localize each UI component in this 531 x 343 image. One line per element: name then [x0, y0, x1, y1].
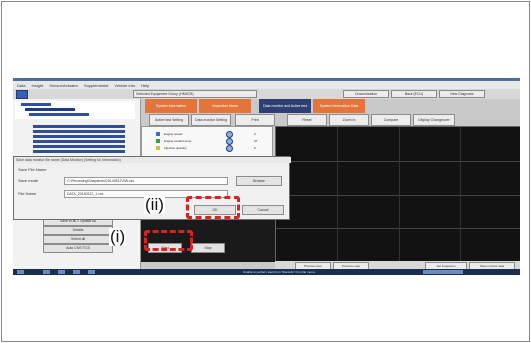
- item-label: Engine speed: [164, 132, 183, 136]
- menu-item[interactable]: Data: [17, 83, 25, 88]
- series-color-swatch: [156, 146, 160, 150]
- list-item[interactable]: Engine speed 0: [144, 131, 268, 138]
- tab-inspection-menu[interactable]: Inspection Menu: [199, 99, 251, 113]
- tree-item[interactable]: [25, 108, 75, 111]
- toolbar: Selected Equipment Group (HMI/CB) Custom…: [13, 89, 520, 99]
- device-title: Selected Equipment Group (HMI/CB): [133, 90, 257, 98]
- select-all-button[interactable]: Select all: [43, 235, 113, 244]
- display-changeover-button[interactable]: Display Changeover: [413, 114, 455, 126]
- item-value: 47: [254, 139, 258, 143]
- tree-item[interactable]: [33, 135, 125, 138]
- list-item[interactable]: Engine coolant temp 47: [144, 138, 268, 145]
- tab-system-information[interactable]: System Information: [145, 99, 197, 113]
- start-callout-label: (i): [109, 227, 127, 246]
- save-mode-field[interactable]: C:\Recording\Snapshots\20140512\SW.csv: [64, 177, 228, 185]
- taskbar-app-icon[interactable]: [88, 270, 95, 274]
- list-item[interactable]: Injection quantity 0: [144, 145, 268, 152]
- start-menu-icon[interactable]: [17, 270, 24, 274]
- menu-item[interactable]: Insight: [31, 83, 43, 88]
- tree-item[interactable]: [33, 130, 125, 133]
- series-color-swatch: [156, 139, 160, 143]
- active-test-setting-button[interactable]: Active test Setting: [149, 114, 189, 126]
- menu-item[interactable]: Supplemental: [84, 83, 108, 88]
- tree-item[interactable]: [33, 150, 125, 153]
- magnifier-icon[interactable]: [226, 145, 233, 152]
- item-label: Engine coolant temp: [164, 139, 192, 143]
- magnifier-icon[interactable]: [226, 138, 233, 145]
- tree-item[interactable]: [33, 125, 125, 128]
- menu-item[interactable]: Sensor/Actuator: [49, 83, 78, 88]
- customization-button[interactable]: Customization: [343, 90, 389, 98]
- new-diagnosis-button[interactable]: New Diagnosis: [439, 90, 485, 98]
- taskbar-app-icon[interactable]: [43, 270, 50, 274]
- tab-system-information-data[interactable]: System Information Data: [313, 99, 365, 113]
- menu-item[interactable]: Vehicle Info: [114, 83, 135, 88]
- save-mode-label: Save mode: [18, 178, 39, 183]
- series-color-swatch: [156, 132, 160, 136]
- gridline: [459, 127, 461, 262]
- graph-area: [275, 126, 520, 263]
- function-buttons: Active test Setting Data monitor Setting…: [141, 114, 520, 126]
- tree-item[interactable]: [29, 113, 89, 116]
- graph-controls: Previous item Previous step Set Inspecti…: [275, 261, 520, 270]
- vehicle-icon[interactable]: [16, 90, 28, 99]
- back-button[interactable]: Back (ECU): [391, 90, 437, 98]
- tree-item[interactable]: [21, 103, 51, 106]
- zoom-in-button[interactable]: Zoom In: [329, 114, 369, 126]
- taskbar-hint: Unable to perform start from "Records" f…: [243, 270, 316, 274]
- tab-data-monitor[interactable]: Data monitor and Active test: [259, 99, 311, 113]
- gridline: [398, 127, 400, 262]
- taskbar-app-icon[interactable]: [58, 270, 65, 274]
- details-button[interactable]: Details: [43, 226, 113, 235]
- item-value: 0: [254, 132, 256, 136]
- cancel-button[interactable]: Cancel: [242, 205, 284, 215]
- tree-item[interactable]: [33, 140, 125, 143]
- file-name-label: File Name: [18, 191, 37, 196]
- system-tree: [15, 101, 135, 119]
- print-button[interactable]: Print: [235, 114, 275, 126]
- menu-item[interactable]: Help: [141, 83, 149, 88]
- auto-button[interactable]: Auto CMT/TCS: [43, 244, 113, 253]
- item-label: Injection quantity: [164, 146, 187, 150]
- taskbar-app-icon[interactable]: [73, 270, 80, 274]
- magnifier-icon[interactable]: [226, 131, 233, 138]
- item-value: 0: [254, 146, 256, 150]
- dialog-section-label: Save File Name: [18, 167, 47, 172]
- ok-button-callout: [186, 196, 240, 219]
- ok-callout-label: (ii): [144, 195, 165, 214]
- menu-bar: Data Insight Sensor/Actuator Supplementa…: [13, 81, 520, 89]
- tab-bar: System Information Inspection Menu Data …: [141, 99, 520, 113]
- dialog-title: Save data monitor file name (Data Monito…: [14, 157, 291, 163]
- compare-button[interactable]: Compare: [371, 114, 411, 126]
- start-button-callout: [144, 230, 193, 251]
- stop-button[interactable]: Stop: [191, 243, 225, 253]
- tray-icons: [423, 270, 463, 274]
- data-monitor-setting-button[interactable]: Data monitor Setting: [191, 114, 231, 126]
- gridline: [337, 127, 339, 262]
- tree-item[interactable]: [33, 145, 125, 148]
- reset-button[interactable]: Reset: [287, 114, 327, 126]
- browse-button[interactable]: Browse: [236, 176, 282, 186]
- windows-taskbar: Unable to perform start from "Records" f…: [13, 269, 520, 275]
- screenshot: Data Insight Sensor/Actuator Supplementa…: [13, 78, 520, 275]
